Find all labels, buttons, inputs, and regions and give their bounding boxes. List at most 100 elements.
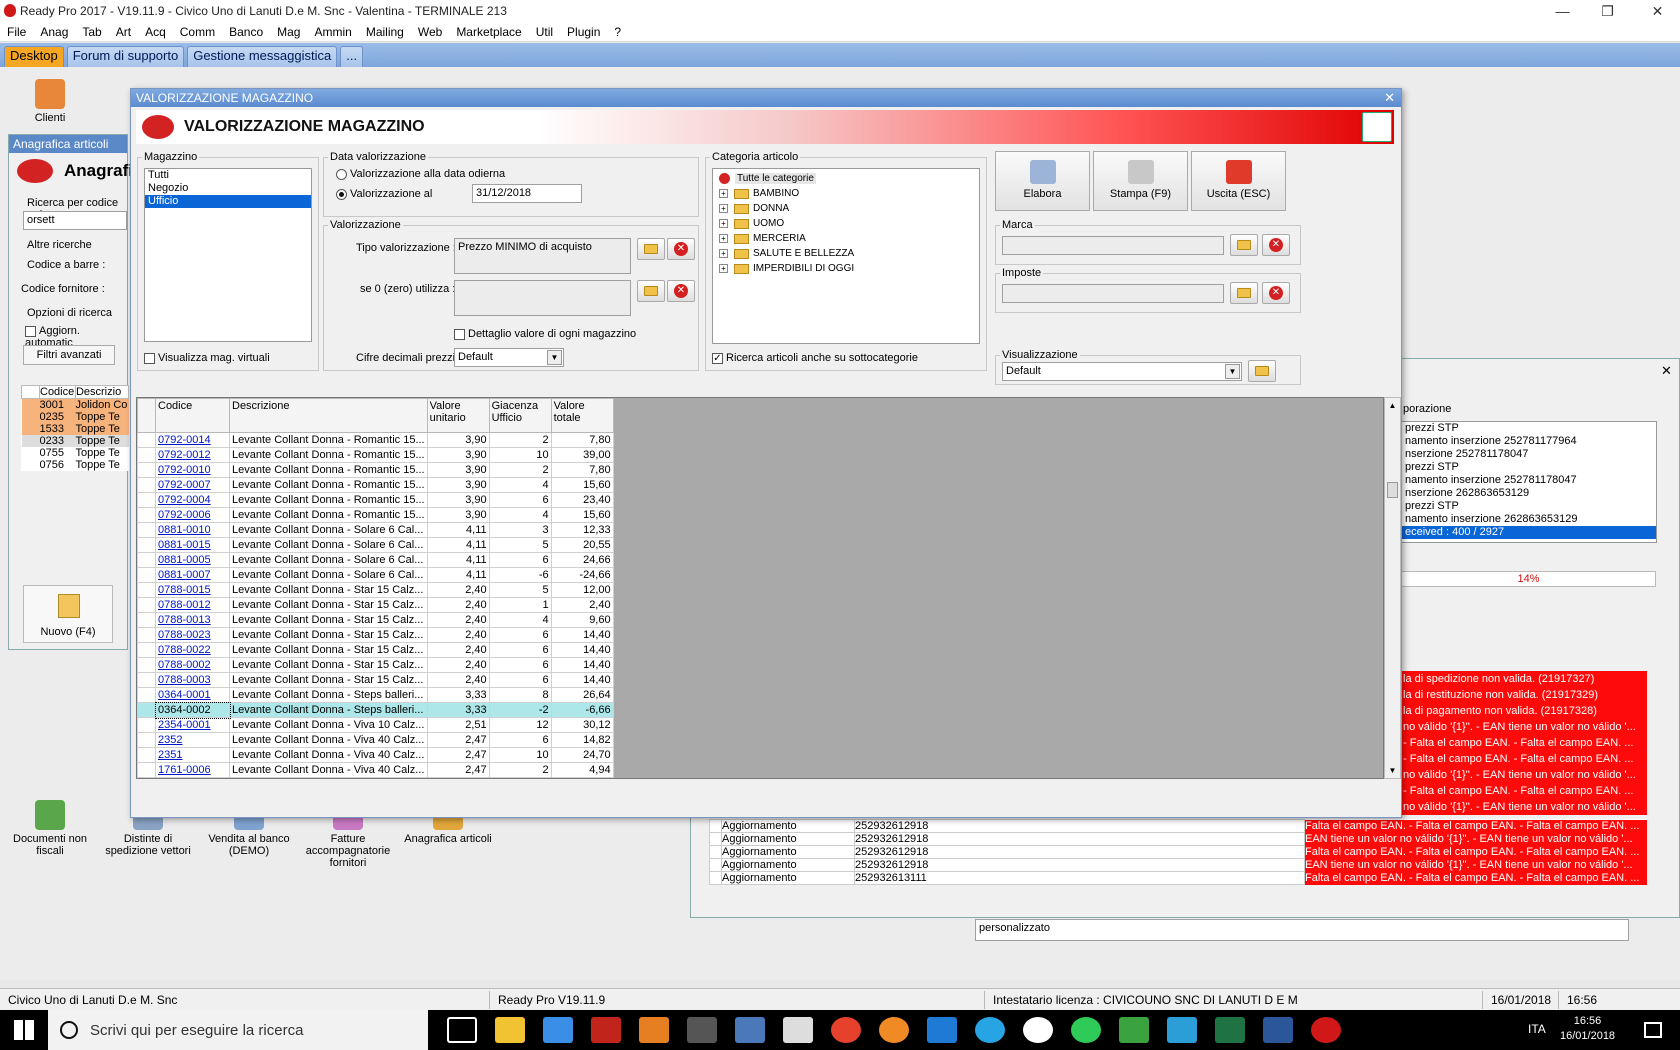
col-header-valore-unitario[interactable]: Valore unitario [426, 398, 490, 433]
cell-codice[interactable]: 0788-0022 [155, 642, 230, 658]
marca-field[interactable] [1002, 236, 1224, 255]
cell-codice[interactable]: 0792-0010 [155, 462, 230, 478]
table-row[interactable]: Aggiornamento 252932612918 Falta el campo … [709, 845, 1647, 859]
media-player-icon[interactable] [639, 1017, 669, 1043]
menu-util[interactable]: Util [529, 25, 560, 39]
marca-clear-button[interactable]: ✕ [1262, 234, 1290, 256]
grid-row[interactable]: 0788-0015 Levante Collant Donna - Star 15… [137, 582, 614, 598]
menu-plugin[interactable]: Plugin [560, 25, 607, 39]
expand-icon[interactable]: + [719, 189, 728, 198]
stampa-button[interactable]: Stampa (F9) [1093, 151, 1188, 211]
app-icon[interactable] [687, 1017, 717, 1043]
filezilla-icon[interactable] [591, 1017, 621, 1043]
grid-row[interactable]: 0788-0002 Levante Collant Donna - Star 15… [137, 657, 614, 673]
tree-item[interactable]: + DONNA [713, 201, 979, 216]
visualizzazione-browse-button[interactable] [1248, 360, 1276, 382]
grid-row[interactable]: 0788-0013 Levante Collant Donna - Star 15… [137, 612, 614, 628]
grid-scrollbar[interactable]: ▲ ▼ [1384, 397, 1401, 779]
expand-icon[interactable]: + [719, 264, 728, 273]
menu-help[interactable]: ? [607, 25, 628, 39]
table-row[interactable]: Aggiornamento 252932612918 Falta el campo … [709, 819, 1647, 833]
row-selector[interactable] [137, 747, 156, 763]
nuovo-button[interactable]: Nuovo (F4) [23, 585, 113, 643]
desktop-icon-clienti[interactable]: Clienti [0, 79, 100, 124]
grid-row[interactable]: 0792-0012 Levante Collant Donna - Romanti… [137, 447, 614, 463]
row-selector[interactable] [137, 702, 156, 718]
tree-item[interactable]: + IMPERDIBILI DI OGGI [713, 261, 979, 276]
app-blue-icon[interactable] [1167, 1017, 1197, 1043]
tree-item[interactable]: + BAMBINO [713, 186, 979, 201]
menu-mag[interactable]: Mag [270, 25, 307, 39]
menu-web[interactable]: Web [411, 25, 449, 39]
tipo-clear-button[interactable]: ✕ [667, 238, 695, 260]
cell-codice[interactable]: 0881-0007 [155, 567, 230, 583]
col-header[interactable] [21, 385, 40, 399]
table-row[interactable]: Aggiornamento 252932613111 Falta el campo … [709, 871, 1647, 885]
menu-tab[interactable]: Tab [75, 25, 108, 39]
cell-codice[interactable]: 2351 [155, 747, 230, 763]
row-selector[interactable] [137, 687, 156, 703]
scroll-up-icon[interactable]: ▲ [1385, 398, 1400, 413]
info-icon[interactable] [1023, 1017, 1053, 1043]
tab-messaggistica[interactable]: Gestione messaggistica [187, 46, 338, 67]
cell-codice[interactable]: 0792-0006 [155, 507, 230, 523]
sync-log-list[interactable]: prezzi STP namento inserzione 2527811779… [1401, 421, 1657, 543]
col-header-giacenza[interactable]: Giacenza Ufficio [488, 398, 552, 433]
sottocategorie-checkbox[interactable]: ✓ Ricerca articoli anche su sottocategori… [712, 352, 918, 364]
app-green-icon[interactable] [1119, 1017, 1149, 1043]
grid-row[interactable]: 0792-0007 Levante Collant Donna - Romanti… [137, 477, 614, 493]
row-selector[interactable] [137, 612, 156, 628]
row-selector[interactable] [137, 447, 156, 463]
row-selector[interactable] [137, 522, 156, 538]
tab-forum[interactable]: Forum di supporto [66, 46, 185, 67]
tray-clock[interactable]: 16:56 16/01/2018 [1560, 1014, 1615, 1044]
windows-start-icon[interactable] [14, 1020, 34, 1040]
cell-codice[interactable]: 2352 [155, 732, 230, 748]
tipo-field[interactable]: Prezzo MINIMO di acquisto [454, 238, 631, 274]
visualizzazione-select[interactable]: Default ▼ [1002, 362, 1242, 381]
grid-row[interactable]: 0792-0010 Levante Collant Donna - Romanti… [137, 462, 614, 478]
row-selector-header[interactable] [137, 398, 156, 433]
row-selector[interactable] [137, 672, 156, 688]
cell-codice[interactable]: 2354-0001 [155, 717, 230, 733]
row-selector[interactable] [137, 642, 156, 658]
zero-field[interactable] [454, 280, 631, 316]
table-row[interactable]: 0755 Toppe Te [22, 447, 129, 459]
cell-codice[interactable]: 0364-0002 [154, 701, 231, 719]
marca-browse-button[interactable] [1230, 234, 1258, 256]
row-selector[interactable] [137, 432, 156, 448]
col-header-codice[interactable]: Codice [155, 398, 230, 433]
col-header-descrizione[interactable]: Descrizione [229, 398, 428, 433]
row-selector[interactable] [137, 762, 156, 778]
cell-codice[interactable]: 0792-0012 [155, 447, 230, 463]
grid-row[interactable]: 2352 Levante Collant Donna - Viva 40 Calz… [137, 732, 614, 748]
row-selector[interactable] [137, 537, 156, 553]
row-selector[interactable] [137, 717, 156, 733]
zero-clear-button[interactable]: ✕ [667, 280, 695, 302]
menu-ammin[interactable]: Ammin [307, 25, 358, 39]
imposte-browse-button[interactable] [1230, 282, 1258, 304]
table-row[interactable]: 3001 Jolidon Co [21, 398, 129, 411]
cell-codice[interactable]: 0881-0005 [155, 552, 230, 568]
expand-icon[interactable]: + [719, 219, 728, 228]
menu-art[interactable]: Art [109, 25, 138, 39]
cell-codice[interactable]: 0788-0002 [155, 657, 230, 673]
date-input[interactable]: 31/12/2018 [472, 184, 582, 203]
cell-codice[interactable]: 0364-0001 [155, 687, 230, 703]
word-icon[interactable] [1263, 1017, 1293, 1043]
grid-row[interactable]: 0792-0014 Levante Collant Donna - Romanti… [137, 432, 614, 448]
grid-row[interactable]: 0364-0002 Levante Collant Donna - Steps b… [137, 701, 614, 719]
virtuali-checkbox[interactable]: Visualizza mag. virtuali [144, 352, 270, 364]
cell-codice[interactable]: 0788-0023 [155, 627, 230, 643]
menu-anag[interactable]: Anag [33, 25, 75, 39]
desktop-icon-documenti[interactable]: Documenti non fiscali [0, 800, 100, 857]
grid-row[interactable]: 0881-0005 Levante Collant Donna - Solare … [137, 552, 614, 568]
grid-row[interactable]: 0788-0003 Levante Collant Donna - Star 15… [137, 672, 614, 688]
grid-row[interactable]: 0364-0001 Levante Collant Donna - Steps b… [137, 687, 614, 703]
mail-icon[interactable] [783, 1017, 813, 1043]
table-row[interactable]: Aggiornamento 252932612918 EAN tiene un va… [709, 832, 1647, 846]
grid-row[interactable]: 0881-0007 Levante Collant Donna - Solare … [137, 567, 614, 583]
cell-codice[interactable]: 0792-0004 [155, 492, 230, 508]
zero-browse-button[interactable] [637, 280, 665, 302]
cifre-select[interactable]: Default ▼ [454, 348, 564, 367]
